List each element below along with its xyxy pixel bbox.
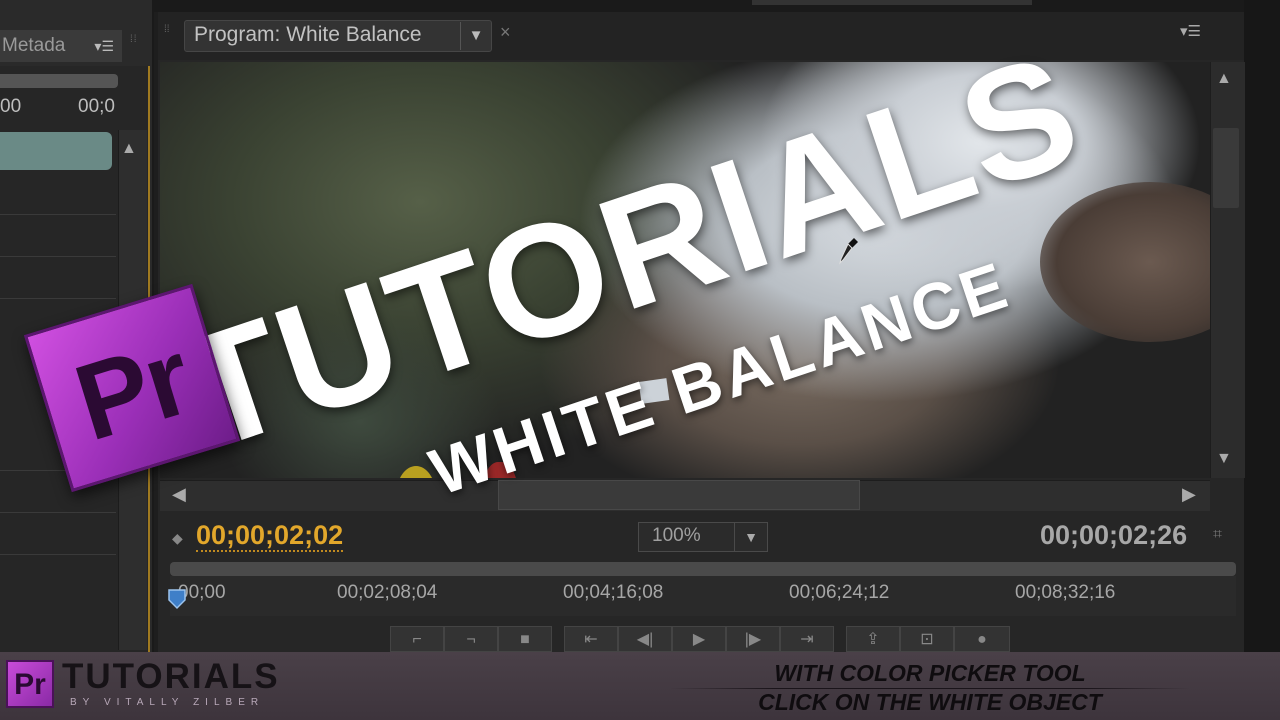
track-row-divider [0, 214, 116, 215]
tab-metadata[interactable]: Metada ▾☰ [0, 30, 122, 62]
dropdown-arrow-icon[interactable]: ▼ [734, 523, 767, 551]
duration-timecode: 00;00;02;26 [1040, 520, 1188, 550]
track-row-divider [0, 554, 116, 555]
go-to-out-button[interactable]: ⇥ [780, 626, 834, 652]
marker-icon[interactable]: ◆ [172, 530, 183, 547]
track-row-divider [0, 256, 116, 257]
banner-instruction-line1: WITH COLOR PICKER TOOL [774, 660, 1086, 686]
scroll-right-icon[interactable]: ▶ [1182, 484, 1196, 505]
left-ruler-label: 00;0 [78, 96, 115, 117]
banner-logo: Pr [6, 660, 54, 708]
panel-grip-icon[interactable]: ⁞⁞ [164, 24, 170, 35]
export-frame-button[interactable]: ● [954, 626, 1010, 652]
scroll-down-icon[interactable]: ▼ [1216, 450, 1232, 468]
step-forward-button[interactable]: |▶ [726, 626, 780, 652]
panel-menu-icon[interactable]: ▾☰ [94, 30, 114, 62]
ruler-label: 00;02;08;04 [337, 582, 438, 603]
scroll-up-icon[interactable]: ▲ [121, 140, 137, 158]
dropdown-arrow-icon[interactable]: ▼ [460, 22, 491, 50]
ruler-label: 00;08;32;16 [1015, 582, 1116, 603]
close-icon[interactable]: × [500, 22, 511, 43]
settings-icon[interactable]: ⌗ [1213, 526, 1222, 544]
panel-grip-icon[interactable]: ⁞⁞ [130, 34, 140, 58]
premiere-logo-text: Pr [62, 315, 203, 464]
track-row-divider [0, 298, 116, 299]
tab-metadata-label: Metada [2, 35, 66, 56]
left-ruler-label: 00 [0, 96, 22, 117]
lift-button[interactable]: ⇪ [846, 626, 900, 652]
banner-instruction-line2: CLICK ON THE WHITE OBJECT [758, 689, 1102, 715]
time-ruler-track[interactable] [170, 562, 1236, 576]
mark-in-button[interactable]: ⌐ [390, 626, 444, 652]
left-time-ruler[interactable] [0, 74, 118, 88]
ruler-label: 00;06;24;12 [789, 582, 890, 603]
extract-button[interactable]: ⊡ [900, 626, 954, 652]
banner-byline: BY VITALLY ZILBER [70, 697, 265, 708]
mark-out-button[interactable]: ¬ [444, 626, 498, 652]
clip-block[interactable] [0, 132, 112, 170]
tab-program-label: Program: White Balance [194, 23, 422, 46]
ruler-label: 00;04;16;08 [563, 582, 664, 603]
go-to-in-button[interactable]: ⇤ [564, 626, 618, 652]
step-back-button[interactable]: ◀| [618, 626, 672, 652]
play-button[interactable]: ▶ [672, 626, 726, 652]
zoom-value: 100% [652, 525, 701, 546]
playhead-icon[interactable] [166, 588, 188, 610]
banner-title: TUTORIALS [62, 657, 280, 696]
add-marker-button[interactable]: ■ [498, 626, 552, 652]
scroll-thumb[interactable] [498, 480, 860, 510]
banner-logo-text: Pr [14, 668, 46, 701]
transport-controls: ⌐ ¬ ■ ⇤ ◀| ▶ |▶ ⇥ ⇪ ⊡ ● [390, 626, 1010, 652]
panel-divider [752, 0, 1032, 5]
